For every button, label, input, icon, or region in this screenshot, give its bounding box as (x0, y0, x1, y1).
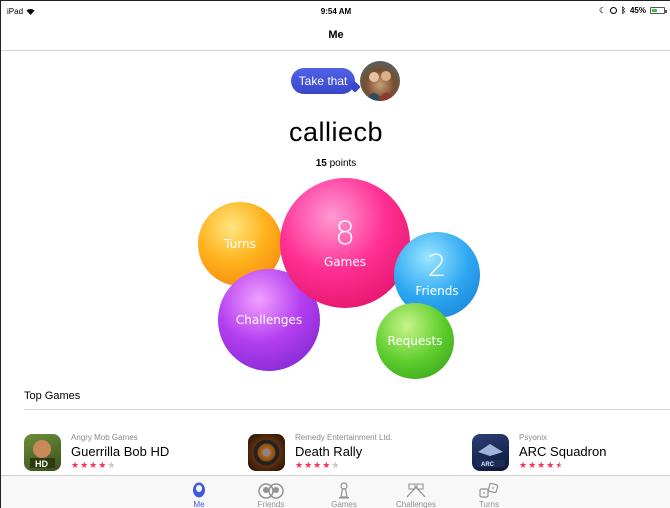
challenges-bubble-label: Challenges (235, 313, 303, 327)
tab-me-label: Me (193, 500, 205, 508)
star-full-icon: ★ (80, 460, 90, 470)
person-icon (193, 482, 205, 498)
star-full-icon: ★ (519, 460, 529, 470)
page-title: Me (328, 29, 344, 41)
friends-icon (258, 482, 284, 499)
star-full-icon: ★ (313, 460, 323, 470)
friends-count: 2 (427, 249, 447, 284)
status-time: 9:54 AM (320, 7, 352, 16)
requests-bubble-label: Requests (387, 334, 443, 348)
avatar-photo (366, 71, 395, 101)
game-center-screen: iPad 9:54 AM ☾ ᛒ 45% Me Take that callie… (0, 0, 670, 508)
battery-icon (650, 7, 667, 14)
star-full-icon: ★ (537, 460, 547, 470)
star-empty-icon: ★ (107, 460, 117, 470)
status-bar: iPad 9:54 AM ☾ ᛒ 45% (1, 1, 670, 21)
top-games-heading: Top Games (24, 390, 81, 402)
games-bubble[interactable]: 8 Games (280, 178, 410, 308)
tab-challenges-label: Challenges (395, 500, 437, 508)
tab-games-label: Games (331, 500, 357, 508)
star-full-icon: ★ (89, 460, 99, 470)
moon-icon: ☾ (599, 6, 607, 15)
game-developer: Psyonix (519, 433, 548, 442)
svg-text:HD: HD (35, 459, 48, 469)
tab-turns-label: Turns (478, 500, 500, 508)
points-label: 15 points (1, 158, 670, 169)
games-bubble-label: Games (324, 255, 366, 269)
game-developer: Angry Mob Games (71, 433, 138, 442)
star-full-icon: ★ (322, 460, 332, 470)
death-rally-icon (248, 434, 285, 471)
points-unit: points (329, 158, 357, 169)
tab-turns[interactable]: Turns (459, 481, 519, 508)
tab-friends[interactable]: Friends (241, 481, 301, 508)
arc-squadron-icon: ARC (472, 434, 509, 471)
star-full-icon: ★ (304, 460, 314, 470)
games-count: 8 (334, 214, 356, 252)
username: calliecb (288, 117, 384, 147)
tab-me[interactable]: Me (169, 481, 229, 508)
lock-rotation-icon (610, 7, 618, 14)
turns-icon (479, 482, 499, 498)
avatar[interactable] (360, 61, 400, 101)
tab-challenges[interactable]: Challenges (386, 481, 446, 508)
game-name: Death Rally (295, 444, 363, 459)
section-divider (24, 409, 670, 410)
tab-games[interactable]: Games (314, 481, 374, 508)
nav-bar: Me (1, 21, 670, 51)
star-empty-icon: ★ (331, 460, 341, 470)
star-rating: ★★★★★ (295, 460, 340, 471)
game-developer: Remedy Entertainment Ltd. (295, 433, 393, 442)
points-value: 15 (315, 158, 327, 169)
star-full-icon: ★ (295, 460, 305, 470)
game-name: ARC Squadron (519, 444, 607, 459)
bluetooth-icon: ᛒ (621, 6, 626, 15)
friends-bubble-label: Friends (415, 284, 459, 298)
star-half-icon: ★ (555, 460, 565, 470)
star-rating: ★★★★★ (71, 460, 116, 471)
star-full-icon: ★ (71, 460, 81, 470)
turns-bubble-label: Turns (224, 237, 256, 251)
star-full-icon: ★ (98, 460, 108, 470)
requests-bubble[interactable]: Requests (376, 303, 454, 379)
status-message-bubble[interactable]: Take that (291, 68, 355, 94)
svg-text:ARC: ARC (481, 462, 495, 468)
tab-bar: Me Friends Games Challenges Turns (1, 475, 670, 508)
star-full-icon: ★ (546, 460, 556, 470)
guerrilla-bob-icon: HD (24, 434, 61, 471)
star-full-icon: ★ (528, 460, 538, 470)
battery-percent: 45% (629, 6, 646, 15)
star-rating: ★★★★★ (519, 460, 564, 471)
challenges-icon (406, 482, 426, 497)
games-icon (339, 482, 349, 499)
tab-friends-label: Friends (257, 500, 285, 508)
game-name: Guerrilla Bob HD (71, 444, 170, 459)
